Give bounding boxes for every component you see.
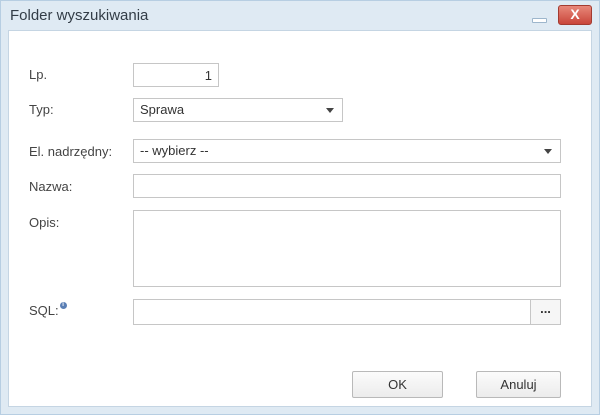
chevron-down-icon: [544, 149, 552, 154]
dialog-title: Folder wyszukiwania: [10, 7, 149, 24]
sql-label: SQL: i: [29, 302, 67, 318]
dialog-window: Folder wyszukiwania X Lp. Typ: Sprawa El…: [0, 0, 600, 415]
parent-label: El. nadrzędny:: [29, 144, 113, 159]
cancel-button[interactable]: Anuluj: [476, 371, 561, 398]
lp-input[interactable]: [133, 63, 219, 87]
typ-label: Typ:: [29, 102, 54, 117]
parent-selected-value: -- wybierz --: [140, 143, 209, 158]
minimize-button[interactable]: [529, 7, 547, 23]
sql-input[interactable]: [133, 299, 531, 325]
sql-browse-button[interactable]: ...: [530, 299, 561, 325]
nazwa-input[interactable]: [133, 174, 561, 198]
parent-select[interactable]: -- wybierz --: [133, 139, 561, 163]
lp-label: Lp.: [29, 67, 48, 82]
opis-label: Opis:: [29, 215, 60, 230]
sql-label-text: SQL:: [29, 303, 59, 318]
typ-selected-value: Sprawa: [140, 102, 185, 117]
typ-select[interactable]: Sprawa: [133, 98, 343, 122]
close-button[interactable]: X: [558, 5, 592, 25]
chevron-down-icon: [326, 108, 334, 113]
dialog-body: Lp. Typ: Sprawa El. nadrzędny: -- wybier…: [8, 30, 592, 407]
opis-textarea[interactable]: [133, 210, 561, 287]
info-icon[interactable]: i: [59, 302, 67, 309]
ok-button[interactable]: OK: [352, 371, 443, 398]
nazwa-label: Nazwa:: [29, 179, 73, 194]
minimize-icon: [532, 18, 547, 23]
title-bar[interactable]: Folder wyszukiwania X: [1, 1, 599, 29]
close-icon: X: [570, 6, 580, 22]
